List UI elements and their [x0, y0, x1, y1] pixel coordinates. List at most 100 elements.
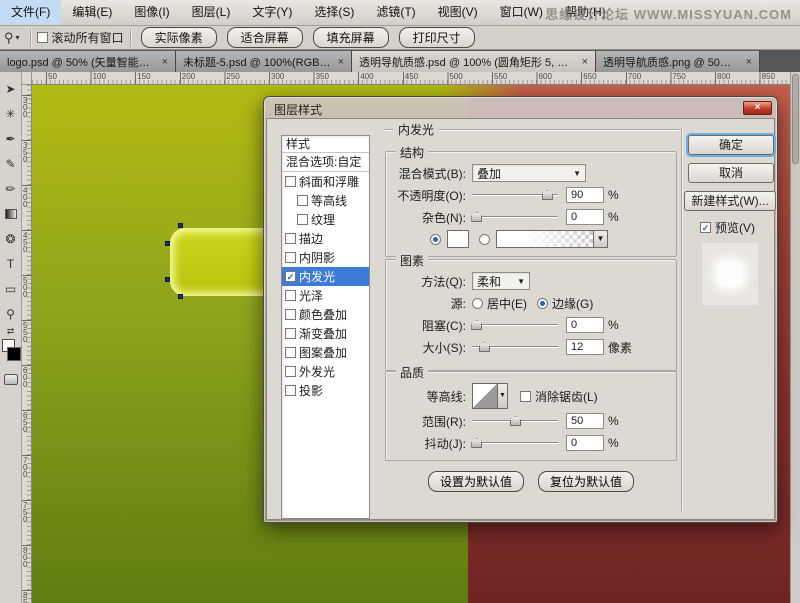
close-button[interactable]: ×	[743, 101, 772, 115]
blend-mode-select[interactable]: 叠加 ▼	[472, 164, 586, 182]
menu-item-6[interactable]: 选择(S)	[303, 0, 365, 25]
document-tab-1[interactable]: logo.psd @ 50% (矢量智能对... ×	[0, 51, 176, 72]
clone-stamp-tool[interactable]: ✏	[1, 176, 21, 201]
scrollbar-thumb[interactable]	[792, 74, 799, 164]
screen-mode-button[interactable]	[4, 374, 18, 385]
checkbox-icon[interactable]	[285, 290, 296, 301]
path-anchor-point[interactable]	[165, 277, 170, 282]
style-item-2[interactable]: 等高线	[282, 191, 369, 210]
ruler-label: 7 0 0	[23, 457, 27, 478]
choke-value[interactable]: 0	[566, 317, 604, 333]
opacity-slider[interactable]	[472, 189, 558, 201]
style-item-1[interactable]: 斜面和浮雕	[282, 172, 369, 191]
magic-wand-tool[interactable]: ✳	[1, 101, 21, 126]
menu-item-4[interactable]: 图层(L)	[181, 0, 242, 25]
style-item-4[interactable]: 描边	[282, 229, 369, 248]
eyedropper-tool[interactable]: ✒	[1, 126, 21, 151]
choke-slider[interactable]	[472, 319, 558, 331]
document-tab-4[interactable]: 透明导航质感.png @ 50%(RG... ×	[596, 51, 760, 72]
option-button-3[interactable]: 填充屏幕	[313, 27, 389, 48]
menu-item-1[interactable]: 文件(F)	[0, 0, 61, 25]
source-edge-radio[interactable]	[537, 298, 548, 309]
menu-item-7[interactable]: 滤镜(T)	[365, 0, 426, 25]
checkbox-icon[interactable]: ✓	[285, 271, 296, 282]
checkbox-icon[interactable]	[285, 252, 296, 263]
tab-close-icon[interactable]: ×	[746, 56, 752, 68]
scroll-all-windows-checkbox[interactable]: 滚动所有窗口	[37, 29, 124, 46]
menu-item-8[interactable]: 视图(V)	[427, 0, 489, 25]
source-center-radio[interactable]	[472, 298, 483, 309]
range-slider[interactable]	[472, 415, 558, 427]
brush-tool[interactable]: ✎	[1, 151, 21, 176]
ok-button[interactable]: 确定	[688, 135, 774, 155]
tab-close-icon[interactable]: ×	[338, 56, 344, 68]
checkbox-icon[interactable]	[297, 195, 308, 206]
antialias-checkbox[interactable]	[520, 391, 531, 402]
cancel-button[interactable]: 取消	[688, 163, 774, 183]
style-item-7[interactable]: 光泽	[282, 286, 369, 305]
checkbox-icon[interactable]	[285, 347, 296, 358]
glow-color-swatch[interactable]	[447, 230, 469, 248]
checkbox-icon[interactable]	[285, 328, 296, 339]
document-tab-3[interactable]: 透明导航质感.psd @ 100% (圆角矩形 5, RGB/8*) *×	[352, 51, 596, 72]
jitter-value[interactable]: 0	[566, 435, 604, 451]
option-button-2[interactable]: 适合屏幕	[227, 27, 303, 48]
dialog-titlebar[interactable]: 图层样式 ×	[266, 99, 775, 118]
chevron-down-icon[interactable]: ▼	[593, 231, 607, 247]
style-item-9[interactable]: 渐变叠加	[282, 324, 369, 343]
noise-value[interactable]: 0	[566, 209, 604, 225]
style-item-6[interactable]: ✓内发光	[282, 267, 369, 286]
gradient-picker[interactable]: ▼	[496, 230, 608, 248]
menu-item-2[interactable]: 编辑(E)	[61, 0, 123, 25]
menu-item-3[interactable]: 图像(I)	[123, 0, 180, 25]
checkbox-icon[interactable]	[285, 366, 296, 377]
gradient-radio[interactable]	[479, 234, 490, 245]
style-item-12[interactable]: 投影	[282, 381, 369, 400]
path-anchor-point[interactable]	[165, 241, 170, 246]
style-item-3[interactable]: 纹理	[282, 210, 369, 229]
path-anchor-point[interactable]	[178, 294, 183, 299]
tab-close-icon[interactable]: ×	[582, 56, 588, 68]
path-anchor-point[interactable]	[178, 223, 183, 228]
option-button-1[interactable]: 实际像素	[141, 27, 217, 48]
jitter-slider[interactable]	[472, 437, 558, 449]
method-select[interactable]: 柔和 ▼	[472, 272, 530, 290]
blending-options-item[interactable]: 混合选项:自定	[282, 153, 369, 172]
menu-item-5[interactable]: 文字(Y)	[241, 0, 303, 25]
vertical-scrollbar[interactable]	[790, 72, 800, 603]
contour-picker[interactable]: ▼	[472, 383, 508, 409]
sponge-tool[interactable]: ❂	[1, 226, 21, 251]
style-item-11[interactable]: 外发光	[282, 362, 369, 381]
reset-default-button[interactable]: 复位为默认值	[538, 471, 634, 492]
checkbox-icon[interactable]	[285, 233, 296, 244]
style-item-10[interactable]: 图案叠加	[282, 343, 369, 362]
set-default-button[interactable]: 设置为默认值	[428, 471, 524, 492]
option-button-4[interactable]: 打印尺寸	[399, 27, 475, 48]
color-radio[interactable]	[430, 234, 441, 245]
range-value[interactable]: 50	[566, 413, 604, 429]
tab-close-icon[interactable]: ×	[162, 56, 168, 68]
gradient-tool[interactable]	[1, 201, 21, 226]
size-slider[interactable]	[472, 341, 558, 353]
checkbox-icon[interactable]	[285, 176, 296, 187]
checkbox-icon[interactable]	[297, 214, 308, 225]
zoom-tool[interactable]: ⚲	[1, 301, 21, 326]
type-tool[interactable]: T	[1, 251, 21, 276]
noise-slider[interactable]	[472, 211, 558, 223]
shape-tool[interactable]: ▭	[1, 276, 21, 301]
chevron-down-icon[interactable]: ▼	[497, 384, 507, 408]
tool-preset-dropdown[interactable]: ⚲▾	[0, 30, 24, 46]
document-tab-2[interactable]: 未标题-5.psd @ 100%(RGB/... ×	[176, 51, 352, 72]
opacity-value[interactable]: 90	[566, 187, 604, 203]
foreground-color-swatch[interactable]	[7, 347, 21, 361]
move-tool[interactable]: ➤	[1, 76, 21, 101]
preview-checkbox[interactable]: ✓	[700, 222, 711, 233]
swap-colors-icon[interactable]: ⇄	[7, 326, 15, 336]
checkbox-icon[interactable]	[285, 309, 296, 320]
size-value[interactable]: 12	[566, 339, 604, 355]
preview-checkbox-row[interactable]: ✓ 预览(V)	[700, 219, 755, 236]
style-item-5[interactable]: 内阴影	[282, 248, 369, 267]
new-style-button[interactable]: 新建样式(W)...	[684, 191, 776, 211]
style-item-8[interactable]: 颜色叠加	[282, 305, 369, 324]
checkbox-icon[interactable]	[285, 385, 296, 396]
